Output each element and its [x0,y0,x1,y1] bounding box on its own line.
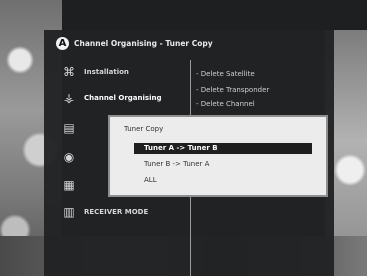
list-icon: ▥ [63,205,75,219]
option-all[interactable]: ALL [134,175,312,186]
antenna-icon: ⌘ [63,65,75,79]
disc-icon: ◉ [63,150,75,164]
option-tuner-a-to-b[interactable]: Tuner A -> Tuner B [134,143,312,154]
menu-item-3[interactable]: ▤ [62,119,84,137]
menu-item-installation[interactable]: ⌘ Installation [62,63,129,81]
menu-item-channel-organising[interactable]: ⚶ Channel Organising [62,89,162,107]
document-icon: ▤ [63,121,75,135]
menu-item-5[interactable]: ▦ [62,176,84,194]
page-title: Channel Organising - Tuner Copy [74,38,213,48]
title-bar: A Channel Organising - Tuner Copy [56,36,213,50]
menu-item-label: Installation [84,68,129,76]
submenu-delete-channel[interactable]: - Delete Channel [196,100,255,108]
dialog-title: Tuner Copy [124,125,164,133]
menu-item-label: Channel Organising [84,94,162,102]
option-tuner-b-to-a[interactable]: Tuner B -> Tuner A [134,159,312,170]
submenu-delete-satellite[interactable]: - Delete Satellite [196,70,255,78]
menu-logo-icon: A [56,36,69,50]
menu-item-receiver-mode[interactable]: ▥ RECEIVER MODE [62,203,148,221]
menu-item-label: RECEIVER MODE [84,208,149,216]
tv-icon: ▦ [63,178,75,192]
satellite-icon: ⚶ [63,91,75,105]
tuner-copy-dialog: Tuner Copy Tuner A -> Tuner B Tuner B ->… [108,115,328,197]
menu-item-4[interactable]: ◉ [62,148,84,166]
tv-screen: A Channel Organising - Tuner Copy ⌘ Inst… [0,0,367,276]
submenu-delete-transponder[interactable]: - Delete Transponder [196,86,269,94]
